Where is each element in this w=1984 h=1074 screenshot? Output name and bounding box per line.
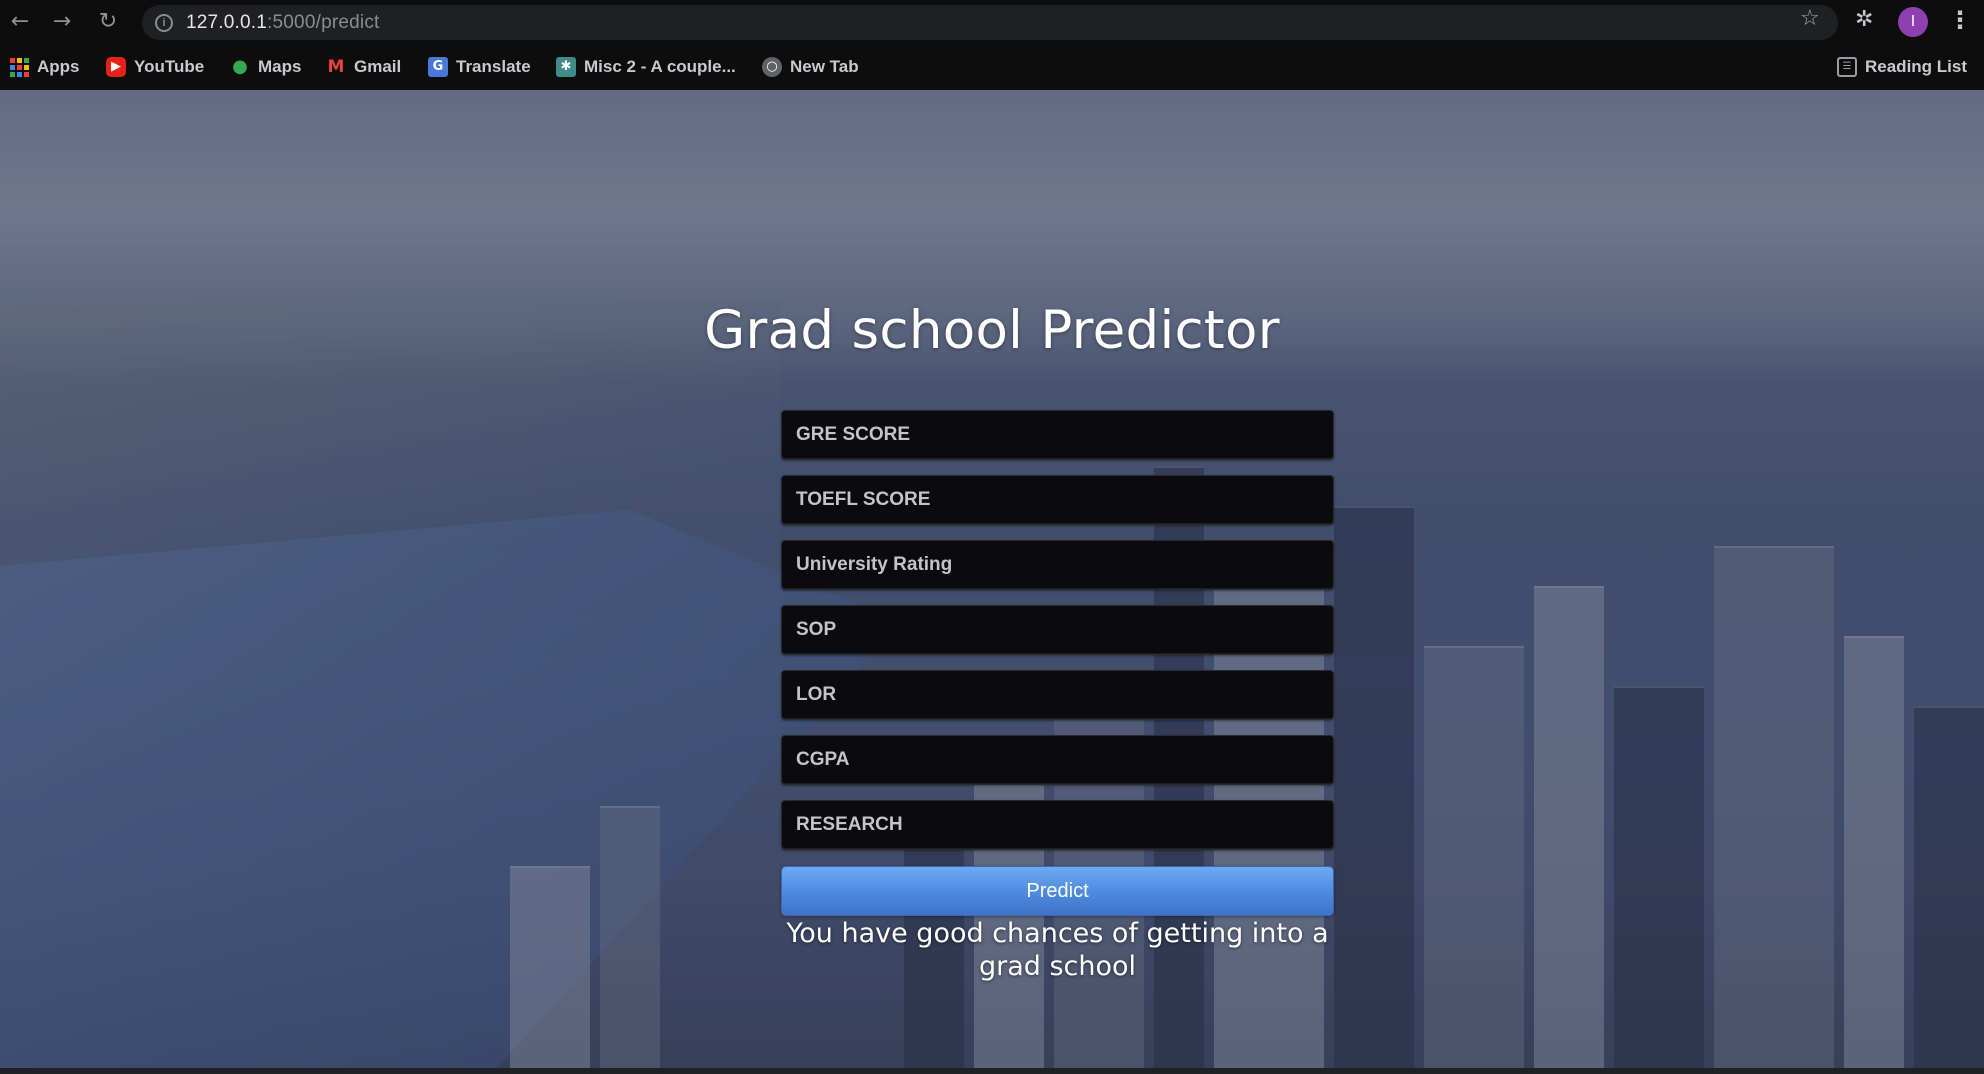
bookmark-label: Gmail [354,57,402,76]
bookmarks-bar: Apps ▶ YouTube ● Maps M Gmail G Translat… [0,50,1984,84]
bookmark-label: YouTube [134,57,205,76]
maps-pin-icon: ● [232,56,248,77]
toefl-score-input[interactable] [781,475,1334,525]
extensions-puzzle-icon[interactable]: ✲ [1855,7,1873,32]
address-bar[interactable]: i 127.0.0.1:5000/predict [142,5,1838,40]
profile-avatar[interactable]: I [1898,7,1928,37]
window-bottom-edge [0,1068,1984,1074]
bookmark-star-icon[interactable]: ☆ [1800,6,1820,31]
bookmark-label: Translate [456,57,531,76]
site-info-icon[interactable]: i [155,14,173,32]
menu-kebab-icon[interactable]: ⋮ [1948,6,1972,34]
bookmark-youtube[interactable]: ▶ YouTube [106,54,204,80]
url-host: 127.0.0.1 [186,12,268,33]
browser-chrome: ← → ↻ i 127.0.0.1:5000/predict ☆ ✲ I ⋮ A… [0,0,1984,90]
apps-grid-icon [10,57,29,77]
globe-icon: ○ [762,57,782,77]
translate-icon: G [428,57,448,77]
reading-list-label: Reading List [1865,57,1968,76]
reading-list-icon: ☰ [1837,57,1857,77]
youtube-icon: ▶ [106,57,126,77]
university-rating-input[interactable] [781,540,1334,590]
bookmark-misc[interactable]: ✱ Misc 2 - A couple... [556,54,736,80]
reading-list[interactable]: ☰ Reading List [1837,54,1967,80]
address-url[interactable]: 127.0.0.1:5000/predict [186,12,380,34]
sop-input[interactable] [781,605,1334,655]
lor-input[interactable] [781,670,1334,720]
cgpa-input[interactable] [781,735,1334,785]
gre-score-input[interactable] [781,410,1334,460]
gmail-icon: M [327,57,345,77]
back-arrow-icon[interactable]: ← [6,8,34,36]
bookmark-label: Misc 2 - A couple... [584,57,736,76]
bookmark-translate[interactable]: G Translate [428,54,531,80]
bookmark-apps[interactable]: Apps [10,54,80,80]
bookmark-gmail[interactable]: M Gmail [326,54,402,80]
forward-arrow-icon[interactable]: → [48,8,76,36]
bookmark-label: Apps [37,57,80,76]
bookmark-new-tab[interactable]: ○ New Tab [762,54,859,80]
page-title: Grad school Predictor [704,300,1280,361]
url-path: :5000/predict [267,12,380,33]
predict-button[interactable]: Predict [781,866,1334,916]
reload-icon[interactable]: ↻ [94,8,122,36]
bookmark-maps[interactable]: ● Maps [230,54,301,80]
research-input[interactable] [781,800,1334,850]
browser-toolbar: ← → ↻ i 127.0.0.1:5000/predict ☆ ✲ I ⋮ [0,0,1984,44]
bookmark-label: Maps [258,57,302,76]
prediction-result-text: You have good chances of getting into a … [786,918,1329,982]
bookmark-label: New Tab [790,57,859,76]
folder-icon: ✱ [556,57,576,77]
